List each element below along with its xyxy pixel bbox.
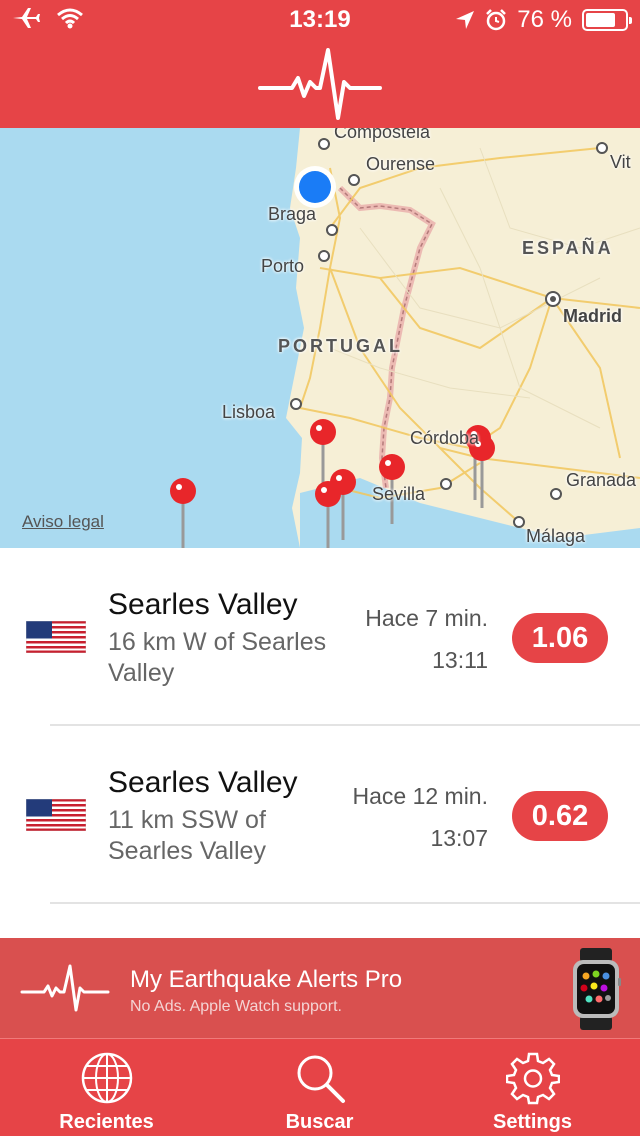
quake-location: 16 km W of Searles Valley [108, 628, 327, 687]
magnitude-badge: 0.62 [512, 791, 608, 841]
apple-watch-icon [573, 948, 621, 1030]
quake-time: 13:07 [430, 825, 488, 851]
quake-time-ago: Hace 7 min. [365, 605, 488, 631]
app-header: 13:19 76 % [0, 0, 640, 128]
earthquake-map[interactable]: Compostela Ourense Vit Braga Porto ESPAÑ… [0, 128, 640, 548]
tab-recientes[interactable]: Recientes [0, 1039, 213, 1136]
legal-link[interactable]: Aviso legal [22, 512, 104, 532]
battery-icon [582, 9, 632, 31]
map-label-vit: Vit [610, 152, 631, 172]
location-arrow-icon [456, 11, 475, 29]
map-label-lisboa: Lisboa [222, 402, 276, 422]
search-icon [297, 1055, 345, 1103]
globe-icon [81, 1052, 133, 1104]
us-flag-icon [26, 621, 86, 653]
map-label-portugal: PORTUGAL [278, 336, 403, 356]
status-bar-right: 76 % [455, 6, 632, 34]
quake-title: Searles Valley [108, 588, 298, 621]
alarm-icon [486, 9, 507, 31]
map-label-cordoba: Córdoba [410, 428, 480, 448]
status-bar: 13:19 76 % [0, 0, 640, 40]
map-label-compostela: Compostela [334, 128, 431, 142]
earthquake-pin[interactable] [310, 419, 336, 484]
pro-upgrade-banner[interactable]: My Earthquake Alerts Pro No Ads. Apple W… [0, 938, 640, 1038]
magnitude-badge: 1.06 [512, 613, 608, 663]
list-item[interactable]: Searles Valley 11 km SSW of Searles Vall… [0, 726, 640, 904]
list-item[interactable]: Searles Valley 16 km W of Searles Valley… [0, 548, 640, 726]
tab-buscar[interactable]: Buscar [213, 1039, 426, 1136]
map-label-malaga: Málaga [526, 526, 586, 546]
quake-title: Searles Valley [108, 766, 298, 799]
earthquake-pin[interactable] [170, 478, 196, 548]
map-label-porto: Porto [261, 256, 305, 276]
map-label-madrid: Madrid [563, 306, 623, 326]
tab-label: Recientes [59, 1111, 154, 1133]
tab-label: Buscar [285, 1111, 354, 1133]
promo-title: My Earthquake Alerts Pro [130, 966, 403, 993]
quake-location: 11 km SSW of Searles Valley [108, 806, 266, 865]
map-label-granada: Granada [566, 470, 637, 490]
battery-level-fill [586, 13, 615, 27]
map-label-sevilla: Sevilla [372, 484, 426, 504]
battery-percentage: 76 % [517, 6, 572, 33]
promo-subtitle: No Ads. Apple Watch support. [130, 998, 342, 1015]
quake-time: 13:11 [432, 647, 488, 673]
quake-time-ago: Hace 12 min. [352, 783, 488, 809]
earthquake-pin[interactable] [315, 481, 341, 548]
row-divider [50, 902, 640, 904]
heartbeat-icon [258, 48, 382, 120]
heartbeat-icon [20, 964, 110, 1012]
us-flag-icon [26, 799, 86, 831]
tab-bar: Recientes Buscar Settings [0, 1038, 640, 1136]
tab-settings[interactable]: Settings [426, 1039, 639, 1136]
earthquake-list: Searles Valley 16 km W of Searles Valley… [0, 548, 640, 938]
map-label-braga: Braga [268, 204, 317, 224]
tab-label: Settings [493, 1111, 572, 1133]
map-label-ourense: Ourense [366, 154, 436, 174]
map-label-espana: ESPAÑA [522, 238, 614, 258]
gear-icon [506, 1052, 560, 1105]
